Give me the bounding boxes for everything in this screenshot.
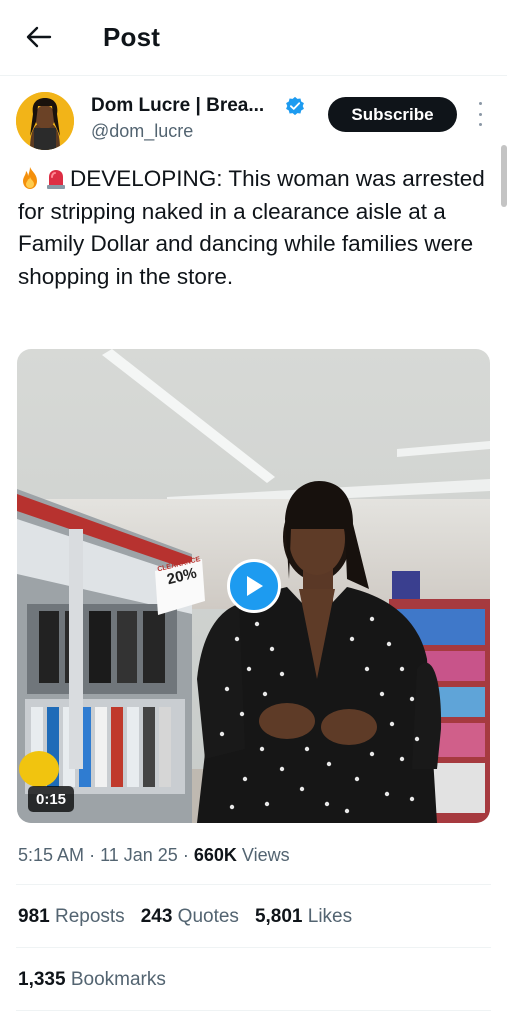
subscribe-button[interactable]: Subscribe xyxy=(328,97,457,132)
siren-icon xyxy=(47,170,65,189)
back-button[interactable] xyxy=(22,22,56,52)
bookmarks-count: 1,335 xyxy=(18,969,66,990)
views-label: Views xyxy=(241,845,290,865)
likes-stat[interactable]: 5,801 Likes xyxy=(255,906,352,928)
verified-badge-icon xyxy=(286,96,304,116)
tweet-body: DEVELOPING: This woman was arrested for … xyxy=(18,166,485,289)
engagement-stats: 981 Reposts 243 Quotes 5,801 Likes xyxy=(18,906,352,928)
meta-separator: · xyxy=(182,845,189,865)
author-handle[interactable]: @dom_lucre xyxy=(91,121,193,142)
likes-count: 5,801 xyxy=(254,906,303,927)
post-date[interactable]: 11 Jan 25 xyxy=(100,845,178,865)
reposts-label: Reposts xyxy=(54,906,125,927)
quotes-count: 243 xyxy=(140,906,173,927)
more-vertical-icon[interactable] xyxy=(474,102,486,126)
tweet-text: DEVELOPING: This woman was arrested for … xyxy=(18,163,493,293)
divider xyxy=(16,884,491,885)
divider xyxy=(16,1010,491,1011)
reposts-count: 981 xyxy=(18,906,50,927)
views-count: 660K xyxy=(193,845,237,865)
author-name[interactable]: Dom Lucre | Brea... xyxy=(91,95,264,117)
arrow-left-icon xyxy=(26,26,52,48)
divider xyxy=(16,947,491,948)
play-icon xyxy=(247,576,263,596)
reposts-stat[interactable]: 981 Reposts xyxy=(18,906,125,928)
top-bar: Post xyxy=(0,0,507,76)
post-meta: 5:15 AM · 11 Jan 25 · 660K Views xyxy=(18,845,290,866)
quotes-label: Quotes xyxy=(177,906,239,927)
author-row: Dom Lucre | Brea... @dom_lucre Subscribe xyxy=(16,88,496,150)
meta-separator: · xyxy=(89,845,96,865)
page-title: Post xyxy=(103,22,161,52)
play-button[interactable] xyxy=(227,559,281,613)
quotes-stat[interactable]: 243 Quotes xyxy=(141,906,239,928)
video-duration: 0:15 xyxy=(28,786,75,812)
post-time[interactable]: 5:15 AM xyxy=(18,845,84,865)
bookmarks-stat[interactable]: 1,335 Bookmarks xyxy=(18,969,166,991)
avatar[interactable] xyxy=(16,92,74,150)
scrollbar[interactable] xyxy=(501,145,507,207)
fire-icon xyxy=(23,167,37,189)
likes-label: Likes xyxy=(307,906,353,927)
bookmarks-label: Bookmarks xyxy=(70,969,166,990)
